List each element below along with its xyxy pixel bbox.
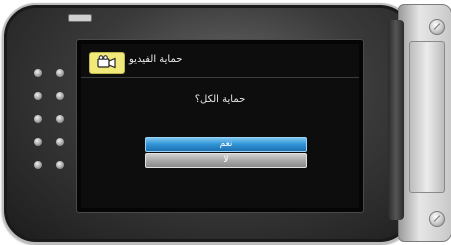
top-slot — [68, 14, 92, 22]
indicator-dot — [34, 69, 42, 77]
indicator-dot — [56, 161, 64, 169]
indicator-dot — [34, 92, 42, 100]
lcd-screen: حماية الفيديو حماية الكل؟ نعم لا — [81, 44, 359, 208]
protect-dialog: حماية الفيديو حماية الكل؟ نعم لا — [81, 44, 359, 208]
indicator-dot — [56, 69, 64, 77]
title-divider — [81, 77, 359, 78]
page-title: حماية الفيديو — [129, 54, 183, 65]
yes-button[interactable]: نعم — [145, 137, 307, 152]
indicator-dot — [56, 138, 64, 146]
indicator-dot — [34, 138, 42, 146]
no-button[interactable]: لا — [145, 153, 307, 168]
side-panel — [398, 4, 451, 242]
video-camera-icon — [97, 54, 117, 73]
screw-icon — [429, 211, 445, 227]
screw-icon — [429, 19, 445, 35]
confirm-question: حماية الكل؟ — [194, 94, 246, 105]
indicator-dot — [56, 92, 64, 100]
video-mode-badge — [89, 52, 125, 74]
lcd-bezel: حماية الفيديو حماية الكل؟ نعم لا — [76, 39, 364, 213]
indicator-dot — [34, 115, 42, 123]
indicator-dot — [34, 161, 42, 169]
hinge — [388, 20, 404, 220]
indicator-dot — [56, 115, 64, 123]
camera-body: حماية الفيديو حماية الكل؟ نعم لا — [2, 3, 414, 244]
side-panel-inset — [409, 41, 445, 193]
